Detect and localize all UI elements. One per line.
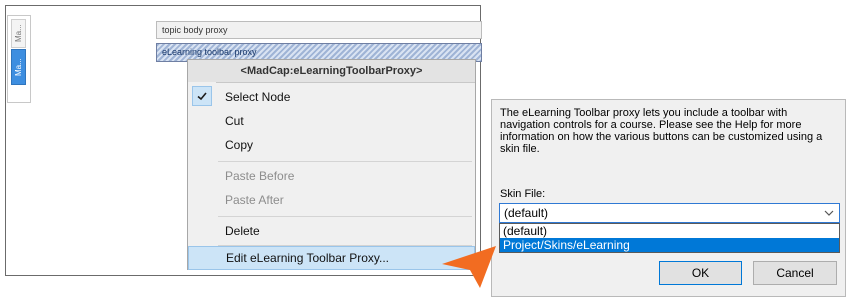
menu-item-copy[interactable]: Copy	[188, 133, 475, 157]
context-menu: <MadCap:eLearningToolbarProxy> Select No…	[187, 59, 476, 270]
menu-item-cut[interactable]: Cut	[188, 109, 475, 133]
skin-option-default[interactable]: (default)	[500, 224, 839, 238]
elearning-toolbar-proxy-dialog: The eLearning Toolbar proxy lets you inc…	[491, 99, 846, 297]
menu-separator	[218, 216, 472, 217]
ok-button[interactable]: OK	[659, 261, 742, 285]
context-menu-header: <MadCap:eLearningToolbarProxy>	[188, 60, 475, 83]
skin-option-project-elearning[interactable]: Project/Skins/eLearning	[500, 238, 839, 252]
menu-item-paste-before[interactable]: Paste Before	[188, 164, 475, 188]
callout-arrow-icon	[442, 246, 496, 288]
menu-item-select-node[interactable]: Select Node	[188, 85, 475, 109]
skin-file-label: Skin File:	[500, 188, 546, 200]
menu-item-edit-elearning-toolbar-proxy[interactable]: Edit eLearning Toolbar Proxy...	[188, 246, 475, 270]
skin-file-select[interactable]: (default)	[499, 203, 840, 223]
skin-file-value: (default)	[504, 206, 549, 220]
chevron-down-icon[interactable]	[823, 205, 835, 221]
structure-bar: Ma... Ma...	[7, 15, 31, 103]
cancel-button[interactable]: Cancel	[753, 261, 837, 285]
structure-tab-1[interactable]: Ma...	[11, 19, 26, 48]
dialog-description: The eLearning Toolbar proxy lets you inc…	[500, 107, 823, 155]
menu-item-delete[interactable]: Delete	[188, 219, 475, 243]
skin-file-dropdown-list: (default) Project/Skins/eLearning	[499, 223, 840, 253]
menu-separator	[218, 161, 472, 162]
menu-item-paste-after[interactable]: Paste After	[188, 188, 475, 212]
topic-body-proxy-bar[interactable]: topic body proxy	[156, 21, 482, 39]
structure-tab-2[interactable]: Ma...	[11, 49, 26, 85]
